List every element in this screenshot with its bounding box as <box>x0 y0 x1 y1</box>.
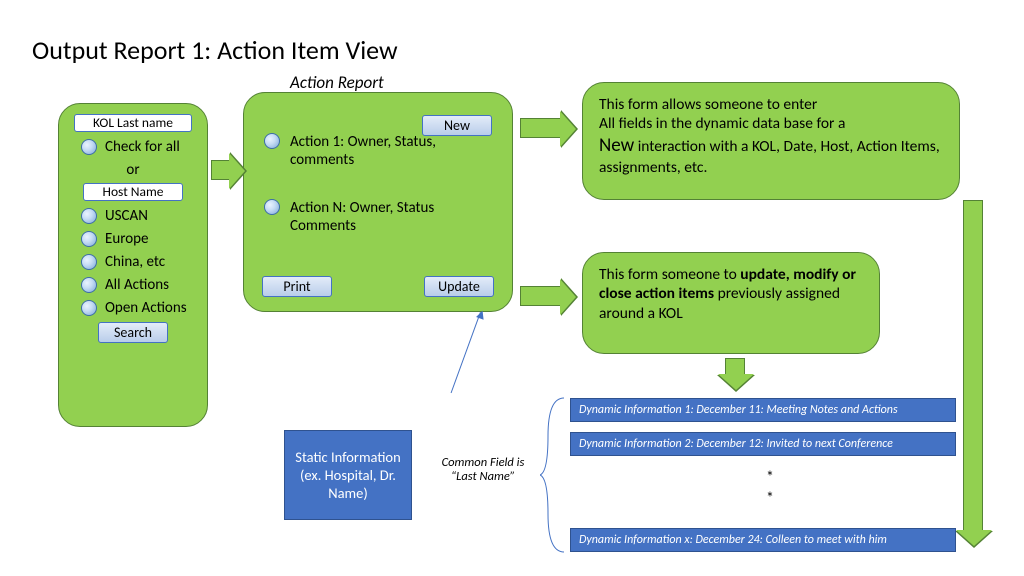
kol-lastname-field[interactable]: KOL Last name <box>74 114 192 132</box>
static-info-label: Static Information (ex. Hospital, Dr. Na… <box>289 448 407 502</box>
print-button[interactable]: Print <box>262 276 332 297</box>
region-europe[interactable]: Europe <box>75 230 191 248</box>
arrow-right-icon <box>211 160 229 180</box>
radio-icon <box>81 208 97 224</box>
action-report-label: Action Report <box>290 72 384 93</box>
check-all-label: Check for all <box>105 138 180 156</box>
desc-line: This form someone to <box>599 265 740 284</box>
check-all-row[interactable]: Check for all <box>75 138 191 156</box>
all-actions-row[interactable]: All Actions <box>75 276 191 294</box>
static-info-box: Static Information (ex. Hospital, Dr. Na… <box>284 430 412 520</box>
dynamic-info-label: Dynamic Information 2: December 12: Invi… <box>579 437 893 451</box>
all-actions-label: All Actions <box>105 276 169 294</box>
desc-big-new: New <box>599 134 634 157</box>
open-actions-row[interactable]: Open Actions <box>75 299 191 317</box>
region-label: USCAN <box>105 207 148 225</box>
host-name-field[interactable]: Host Name <box>83 183 183 201</box>
action-n-row: Action N: Owner, Status Comments <box>264 199 490 235</box>
desc-line: All fields in the dynamic data base for … <box>599 114 845 133</box>
desc-line: This form allows someone to enter <box>599 95 817 114</box>
common-field-label: Common Field is “Last Name” <box>428 456 538 485</box>
radio-icon <box>264 199 280 215</box>
action-1-label: Action 1: Owner, Status, comments <box>290 133 490 169</box>
region-china[interactable]: China, etc <box>75 253 191 271</box>
arrow-right-icon <box>520 286 560 306</box>
new-description-panel: This form allows someone to enter All fi… <box>582 82 960 200</box>
brace-icon <box>540 396 566 554</box>
dynamic-info-bar: Dynamic Information x: December 24: Coll… <box>570 528 956 552</box>
action-1-row: Action 1: Owner, Status, comments <box>264 133 490 169</box>
radio-icon <box>81 231 97 247</box>
update-button[interactable]: Update <box>424 276 494 297</box>
region-uscan[interactable]: USCAN <box>75 207 191 225</box>
radio-icon <box>264 133 280 149</box>
dynamic-info-bar: Dynamic Information 2: December 12: Invi… <box>570 432 956 456</box>
ellipsis-asterisks: * * <box>760 468 780 510</box>
filters-panel: KOL Last name Check for all or Host Name… <box>58 103 208 427</box>
update-description-panel: This form someone to update, modify or c… <box>582 252 880 354</box>
action-report-panel: New Action 1: Owner, Status, comments Ac… <box>243 92 513 312</box>
arrow-down-icon <box>725 358 745 374</box>
open-actions-label: Open Actions <box>105 299 187 317</box>
dynamic-info-label: Dynamic Information 1: December 11: Meet… <box>579 403 898 417</box>
search-button[interactable]: Search <box>98 322 168 343</box>
or-label: or <box>69 161 197 179</box>
arrow-right-icon <box>520 118 560 138</box>
radio-icon <box>81 277 97 293</box>
region-label: China, etc <box>105 253 165 271</box>
desc-line: interaction with a KOL, Date, Host, Acti… <box>599 137 940 177</box>
region-label: Europe <box>105 230 148 248</box>
radio-icon <box>81 254 97 270</box>
page-title: Output Report 1: Action Item View <box>32 34 398 66</box>
radio-icon <box>81 300 97 316</box>
action-n-label: Action N: Owner, Status Comments <box>290 199 490 235</box>
new-button[interactable]: New <box>422 115 492 136</box>
connector-line-icon <box>451 312 481 393</box>
arrow-down-icon <box>963 200 983 530</box>
radio-icon <box>81 139 97 155</box>
dynamic-info-bar: Dynamic Information 1: December 11: Meet… <box>570 398 956 422</box>
dynamic-info-label: Dynamic Information x: December 24: Coll… <box>579 533 887 547</box>
